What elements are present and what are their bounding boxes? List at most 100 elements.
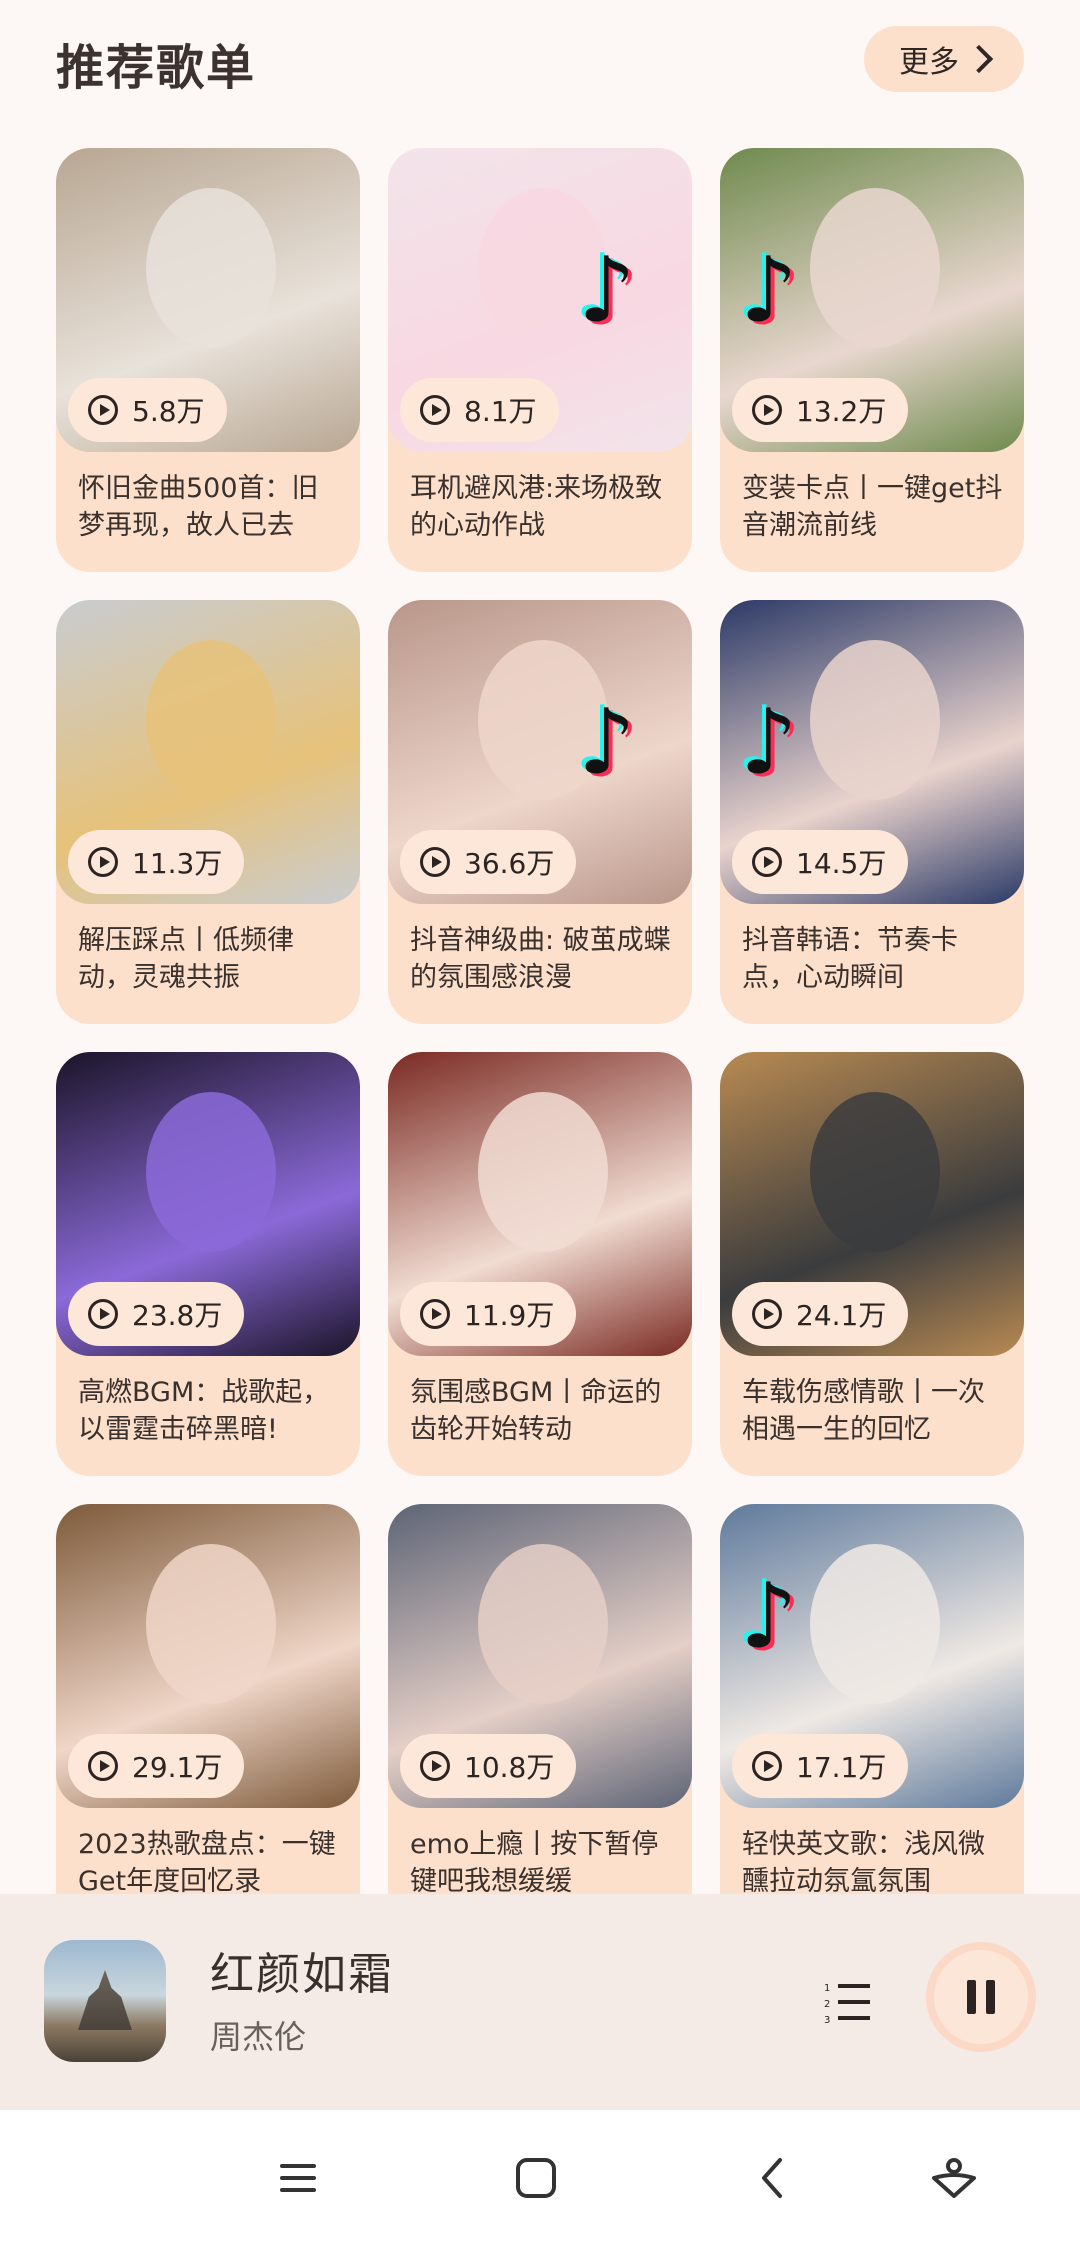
playlist-cover[interactable]: 11.3万 xyxy=(56,600,360,904)
tiktok-logo-icon: ♪ xyxy=(740,690,798,795)
playlist-title: 轻快英文歌：浅风微醺拉动氛氲氛围 xyxy=(742,1829,985,1894)
playlist-title: 解压踩点丨低频律动，灵魂共振 xyxy=(78,925,294,993)
play-count: 36.6万 xyxy=(464,847,555,880)
album-art-castle xyxy=(78,1970,132,2030)
play-circle-icon xyxy=(88,395,118,425)
play-count-badge[interactable]: 13.2万 xyxy=(732,378,909,442)
play-count-badge[interactable]: 23.8万 xyxy=(68,1282,245,1346)
mini-player[interactable]: 红颜如霜 周杰伦 1 2 3 xyxy=(0,1894,1080,2110)
playlist-card[interactable]: ♪ 14.5万 抖音韩语：节奏卡点，心动瞬间 xyxy=(720,600,1024,1024)
playlist-card[interactable]: 10.8万 emo上瘾丨按下暂停键吧我想缓缓 xyxy=(388,1504,692,1894)
cover-figure xyxy=(146,1092,276,1252)
playlist-cover[interactable]: 29.1万 xyxy=(56,1504,360,1808)
play-count-badge[interactable]: 17.1万 xyxy=(732,1734,909,1798)
playlist-grid: 5.8万怀旧金曲500首：旧梦再现，故人已去 ♪ 8.1万耳机避风港:来场极致的心动… xyxy=(56,148,1024,1894)
playlist-cover[interactable]: 5.8万 xyxy=(56,148,360,452)
playlist-title: 怀旧金曲500首：旧梦再现，故人已去 xyxy=(78,473,319,541)
pause-button[interactable] xyxy=(926,1942,1036,2052)
album-art[interactable] xyxy=(44,1940,166,2062)
cover-figure xyxy=(810,1544,940,1704)
playlist-title: 变装卡点丨一键get抖音潮流前线 xyxy=(742,473,1003,541)
play-count: 24.1万 xyxy=(796,1299,887,1332)
cover-figure xyxy=(478,1092,608,1252)
cover-figure xyxy=(810,1092,940,1252)
play-count-badge[interactable]: 36.6万 xyxy=(400,830,577,894)
playlist-title: 抖音神级曲: 破茧成蝶的氛围感浪漫 xyxy=(410,925,671,993)
page-title: 推荐歌单 xyxy=(56,40,257,96)
playlist-card[interactable]: ♪ 17.1万轻快英文歌：浅风微醺拉动氛氲氛围 xyxy=(720,1504,1024,1894)
home-square-icon[interactable] xyxy=(508,2150,564,2206)
play-circle-icon xyxy=(752,847,782,877)
play-count: 23.8万 xyxy=(132,1299,223,1332)
playlist-cover[interactable]: ♪ 17.1万 xyxy=(720,1504,1024,1808)
cover-figure xyxy=(146,1544,276,1704)
play-circle-icon xyxy=(88,1751,118,1781)
playlist-card[interactable]: ♪ 36.6万抖音神级曲: 破茧成蝶的氛围感浪漫 xyxy=(388,600,692,1024)
play-count-badge[interactable]: 10.8万 xyxy=(400,1734,577,1798)
back-icon[interactable] xyxy=(746,2150,802,2206)
play-count-badge[interactable]: 11.3万 xyxy=(68,830,245,894)
playlist-cover[interactable]: ♪ 8.1万 xyxy=(388,148,692,452)
play-circle-icon xyxy=(752,1751,782,1781)
assistant-icon[interactable] xyxy=(926,2150,982,2206)
pause-bar xyxy=(986,1980,995,2014)
play-count: 11.3万 xyxy=(132,847,223,880)
play-circle-icon xyxy=(88,847,118,877)
playlist-cover[interactable]: ♪ 13.2万 xyxy=(720,148,1024,452)
cover-figure xyxy=(810,640,940,800)
play-count: 11.9万 xyxy=(464,1299,555,1332)
playlist-title: 耳机避风港:来场极致的心动作战 xyxy=(410,473,663,541)
play-count: 13.2万 xyxy=(796,395,887,428)
playlist-card[interactable]: 11.3万解压踩点丨低频律动，灵魂共振 xyxy=(56,600,360,1024)
play-count: 29.1万 xyxy=(132,1751,223,1784)
svg-text:1: 1 xyxy=(824,1983,830,1994)
playlist-card[interactable]: ♪ 8.1万耳机避风港:来场极致的心动作战 xyxy=(388,148,692,572)
playlist-cover[interactable]: 11.9万 xyxy=(388,1052,692,1356)
play-circle-icon xyxy=(752,395,782,425)
play-count: 5.8万 xyxy=(132,395,205,428)
play-count-badge[interactable]: 24.1万 xyxy=(732,1282,909,1346)
cover-figure xyxy=(810,188,940,348)
playlist-card[interactable]: 11.9万氛围感BGM丨命运的齿轮开始转动 xyxy=(388,1052,692,1476)
cover-figure xyxy=(146,640,276,800)
play-circle-icon xyxy=(420,847,450,877)
playlist-title: 车载伤感情歌丨一次相遇一生的回忆 xyxy=(742,1377,985,1445)
play-count-badge[interactable]: 8.1万 xyxy=(400,378,559,442)
playlist-card[interactable]: 24.1万车载伤感情歌丨一次相遇一生的回忆 xyxy=(720,1052,1024,1476)
playlist-card[interactable]: 23.8万高燃BGM：战歌起，以雷霆击碎黑暗! xyxy=(56,1052,360,1476)
playlist-cover[interactable]: ♪ 14.5万 xyxy=(720,600,1024,904)
menu-icon[interactable] xyxy=(270,2150,326,2206)
play-count-badge[interactable]: 11.9万 xyxy=(400,1282,577,1346)
pause-bar xyxy=(967,1980,976,2014)
play-count-badge[interactable]: 5.8万 xyxy=(68,378,227,442)
play-count: 14.5万 xyxy=(796,847,887,880)
playlist-title: emo上瘾丨按下暂停键吧我想缓缓 xyxy=(410,1829,659,1894)
play-circle-icon xyxy=(752,1299,782,1329)
play-count-badge[interactable]: 29.1万 xyxy=(68,1734,245,1798)
play-count: 10.8万 xyxy=(464,1751,555,1784)
playlist-title: 氛围感BGM丨命运的齿轮开始转动 xyxy=(410,1377,662,1445)
system-navbar xyxy=(0,2110,1080,2241)
play-count: 8.1万 xyxy=(464,395,537,428)
tiktok-logo-icon: ♪ xyxy=(578,690,636,795)
play-count-badge[interactable]: 14.5万 xyxy=(732,830,909,894)
playlist-cover[interactable]: 10.8万 xyxy=(388,1504,692,1808)
playlist-queue-icon[interactable]: 1 2 3 xyxy=(822,1980,872,2024)
play-circle-icon xyxy=(88,1299,118,1329)
playlist-card[interactable]: 29.1万 2023热歌盘点：一键Get年度回忆录 xyxy=(56,1504,360,1894)
play-count: 17.1万 xyxy=(796,1751,887,1784)
play-circle-icon xyxy=(420,395,450,425)
header: 推荐歌单 更多 xyxy=(0,0,1080,120)
svg-text:3: 3 xyxy=(824,2015,830,2024)
playlist-cover[interactable]: 24.1万 xyxy=(720,1052,1024,1356)
playlist-cover[interactable]: ♪ 36.6万 xyxy=(388,600,692,904)
playlist-title: 高燃BGM：战歌起，以雷霆击碎黑暗! xyxy=(78,1377,330,1445)
tiktok-logo-icon: ♪ xyxy=(578,238,636,343)
song-artist: 周杰伦 xyxy=(210,2018,307,2056)
playlist-card[interactable]: 5.8万怀旧金曲500首：旧梦再现，故人已去 xyxy=(56,148,360,572)
more-button[interactable]: 更多 xyxy=(864,26,1024,92)
chevron-right-icon xyxy=(964,44,994,74)
playlist-cover[interactable]: 23.8万 xyxy=(56,1052,360,1356)
playlist-card[interactable]: ♪ 13.2万变装卡点丨一键get抖音潮流前线 xyxy=(720,148,1024,572)
cover-figure xyxy=(146,188,276,348)
